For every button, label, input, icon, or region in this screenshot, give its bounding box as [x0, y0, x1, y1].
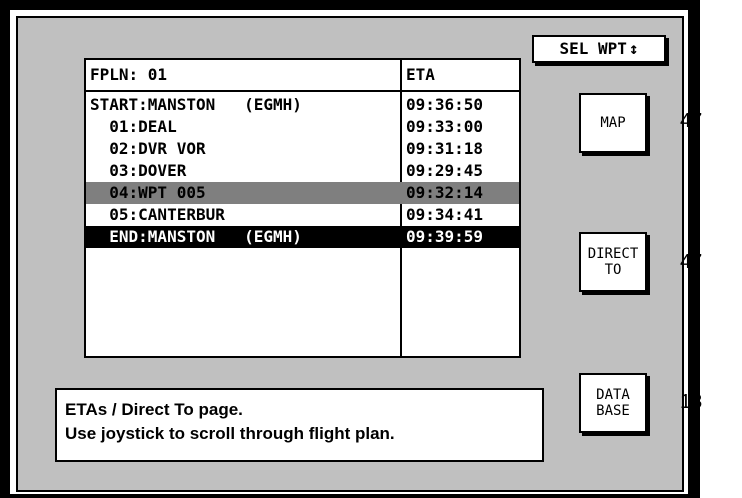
direct-to-label-line2: TO — [604, 262, 622, 278]
message-line-2: Use joystick to scroll through flight pl… — [65, 424, 395, 443]
flight-plan-row[interactable]: END:MANSTON (EGMH) 09:39:59 — [86, 226, 519, 248]
waypoint-name: END:MANSTON (EGMH) — [90, 227, 302, 246]
sel-wpt-label: SEL WPT — [559, 39, 627, 58]
waypoint-name: 04:WPT 005 — [90, 183, 206, 202]
waypoint-name: 01:DEAL — [90, 117, 177, 136]
waypoint-name: 02:DVR VOR — [90, 139, 206, 158]
waypoint-eta: 09:33:00 — [406, 117, 484, 136]
display-screen: SEL WPT ↕ FPLN: 01 ETA START:MANSTON (EG… — [16, 16, 684, 492]
flight-plan-row[interactable]: 01:DEAL 09:33:00 — [86, 116, 519, 138]
map-count: 47 — [680, 110, 703, 132]
flight-plan-row[interactable]: 04:WPT 005 09:32:14 — [86, 182, 519, 204]
fpln-header: FPLN: 01 — [90, 65, 168, 84]
waypoint-name: 05:CANTERBUR — [90, 205, 225, 224]
flight-plan-row[interactable]: 05:CANTERBUR 09:34:41 — [86, 204, 519, 226]
flight-plan-row[interactable]: 02:DVR VOR 09:31:18 — [86, 138, 519, 160]
message-line-1: ETAs / Direct To page. — [65, 400, 243, 419]
flight-plan-row[interactable]: 03:DOVER 09:29:45 — [86, 160, 519, 182]
message-box: ETAs / Direct To page. Use joystick to s… — [55, 388, 544, 462]
waypoint-eta: 09:29:45 — [406, 161, 484, 180]
waypoint-name: START:MANSTON (EGMH) — [90, 95, 302, 114]
database-label-line1: DATA — [596, 387, 630, 403]
waypoint-eta: 09:34:41 — [406, 205, 484, 224]
header-divider — [86, 90, 519, 92]
waypoint-name: 03:DOVER — [90, 161, 187, 180]
direct-to-count: 47 — [680, 251, 703, 273]
waypoint-eta: 09:31:18 — [406, 139, 484, 158]
waypoint-eta: 09:32:14 — [406, 183, 484, 202]
eta-header: ETA — [406, 65, 435, 84]
flight-plan-table: FPLN: 01 ETA START:MANSTON (EGMH) 09:36:5… — [84, 58, 521, 358]
map-button[interactable]: MAP — [579, 93, 647, 153]
flight-plan-row[interactable]: START:MANSTON (EGMH) 09:36:50 — [86, 94, 519, 116]
database-label-line2: BASE — [596, 403, 630, 419]
database-button[interactable]: DATA BASE — [579, 373, 647, 433]
direct-to-button[interactable]: DIRECT TO — [579, 232, 647, 292]
direct-to-label-line1: DIRECT — [587, 246, 639, 262]
map-button-label: MAP — [600, 115, 626, 131]
waypoint-eta: 09:36:50 — [406, 95, 484, 114]
sel-wpt-button[interactable]: SEL WPT ↕ — [532, 35, 666, 63]
database-count: 13 — [680, 391, 703, 413]
waypoint-eta: 09:39:59 — [406, 227, 484, 246]
updown-arrow-icon: ↕ — [628, 39, 639, 58]
